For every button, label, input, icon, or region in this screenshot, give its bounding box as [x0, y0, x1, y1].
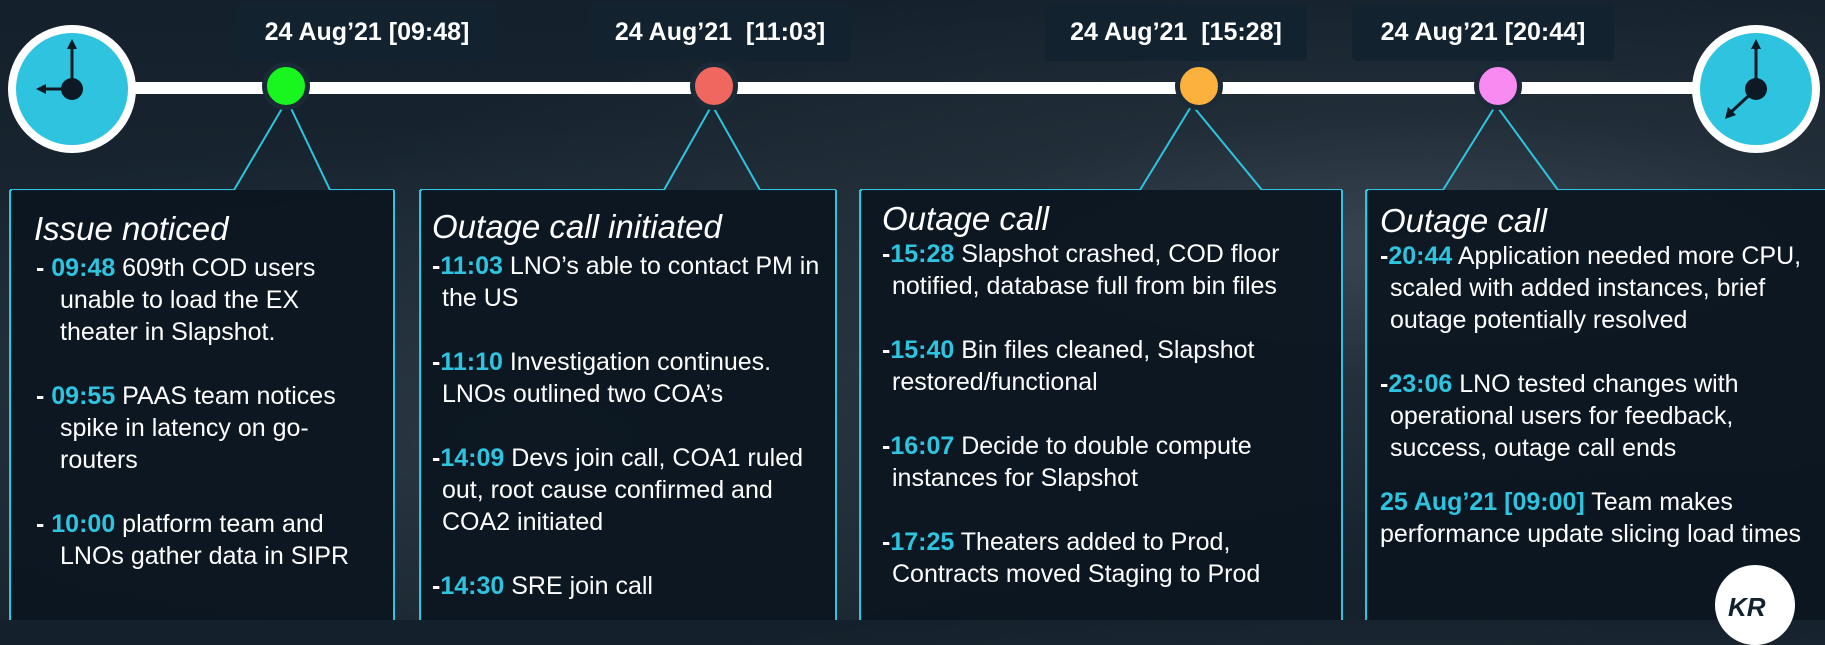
event-card-outage-call-initiated: Outage call initiated -11:03 LNO’s able … — [422, 190, 835, 620]
card-entry: - 10:00 platform team and LNOs gather da… — [34, 508, 373, 572]
card-footer-entry: 25 Aug’21 [09:00] Team makes performance… — [1380, 486, 1813, 550]
card-title: Outage call — [1380, 202, 1547, 239]
timeline-dot-2 — [690, 62, 738, 110]
card-entry: -23:06 LNO tested changes with operation… — [1380, 368, 1813, 464]
entry-time: 09:55 — [51, 382, 116, 410]
card-title: Issue noticed — [34, 210, 229, 247]
clock-icon-right — [1692, 25, 1820, 153]
card-entry: - 09:48 609th COD users unable to load t… — [34, 252, 373, 348]
entry-dash: - — [36, 382, 52, 410]
event-card-outage-call-1: Outage call -15:28 Slapshot crashed, COD… — [862, 190, 1341, 620]
timeline-dot-1 — [262, 62, 310, 110]
date-label-3: 24 Aug’21 [15:28] — [1045, 3, 1307, 61]
entry-text: SRE join call — [504, 572, 653, 600]
connector-3 — [860, 103, 1342, 191]
card-entry: - 09:55 PAAS team notices spike in laten… — [34, 380, 373, 476]
entry-time: 11:03 — [440, 252, 503, 280]
event-card-issue-noticed: Issue noticed - 09:48 609th COD users un… — [12, 190, 393, 620]
kr-logo-text: KR — [1728, 592, 1766, 622]
entry-text: Application needed more CPU, scaled with… — [1390, 242, 1802, 334]
card-entry: -15:40 Bin files cleaned, Slapshot resto… — [882, 334, 1327, 398]
date-label-1: 24 Aug’21 [09:48] — [236, 3, 498, 61]
entry-time: 15:28 — [890, 240, 955, 268]
entry-time: 14:30 — [440, 572, 505, 600]
card-entry: -14:30 SRE join call — [432, 570, 821, 602]
entry-dash: - — [36, 510, 52, 538]
card-title: Outage call initiated — [432, 208, 722, 245]
entry-time: 23:06 — [1388, 370, 1453, 398]
card-entry: -11:03 LNO’s able to contact PM in the U… — [432, 250, 821, 314]
entry-time: 17:25 — [890, 528, 955, 556]
event-card-outage-call-2: Outage call -20:44 Application needed mo… — [1368, 190, 1825, 620]
card-entry: -11:10 Investigation continues. LNOs out… — [432, 346, 821, 410]
entry-time: 14:09 — [440, 444, 505, 472]
date-label-2: 24 Aug’21 [11:03] — [589, 3, 851, 61]
clock-icon-left — [8, 25, 136, 153]
card-entry: -16:07 Decide to double compute instance… — [882, 430, 1327, 494]
entry-time: 11:10 — [440, 348, 503, 376]
entry-time: 09:48 — [51, 254, 116, 282]
card-entry: -15:28 Slapshot crashed, COD floor notif… — [882, 238, 1327, 302]
entry-time: 15:40 — [890, 336, 955, 364]
card-title: Outage call — [882, 200, 1049, 237]
connector-2 — [420, 102, 836, 191]
timeline-dot-3 — [1175, 62, 1223, 110]
card-entry: -17:25 Theaters added to Prod, Contracts… — [882, 526, 1327, 590]
clock-icon — [36, 39, 83, 100]
entry-time: 20:44 — [1388, 242, 1453, 270]
card-entry: -20:44 Application needed more CPU, scal… — [1380, 240, 1813, 336]
entry-dash: - — [36, 254, 52, 282]
date-label-4: 24 Aug’21 [20:44] — [1352, 3, 1614, 61]
card-entry: -14:09 Devs join call, COA1 ruled out, r… — [432, 442, 821, 538]
entry-time: 16:07 — [890, 432, 955, 460]
timeline-dot-4 — [1474, 62, 1522, 110]
entry-time: 25 Aug’21 [09:00] — [1380, 488, 1585, 516]
clock-icon — [1725, 39, 1767, 119]
entry-time: 10:00 — [51, 510, 116, 538]
